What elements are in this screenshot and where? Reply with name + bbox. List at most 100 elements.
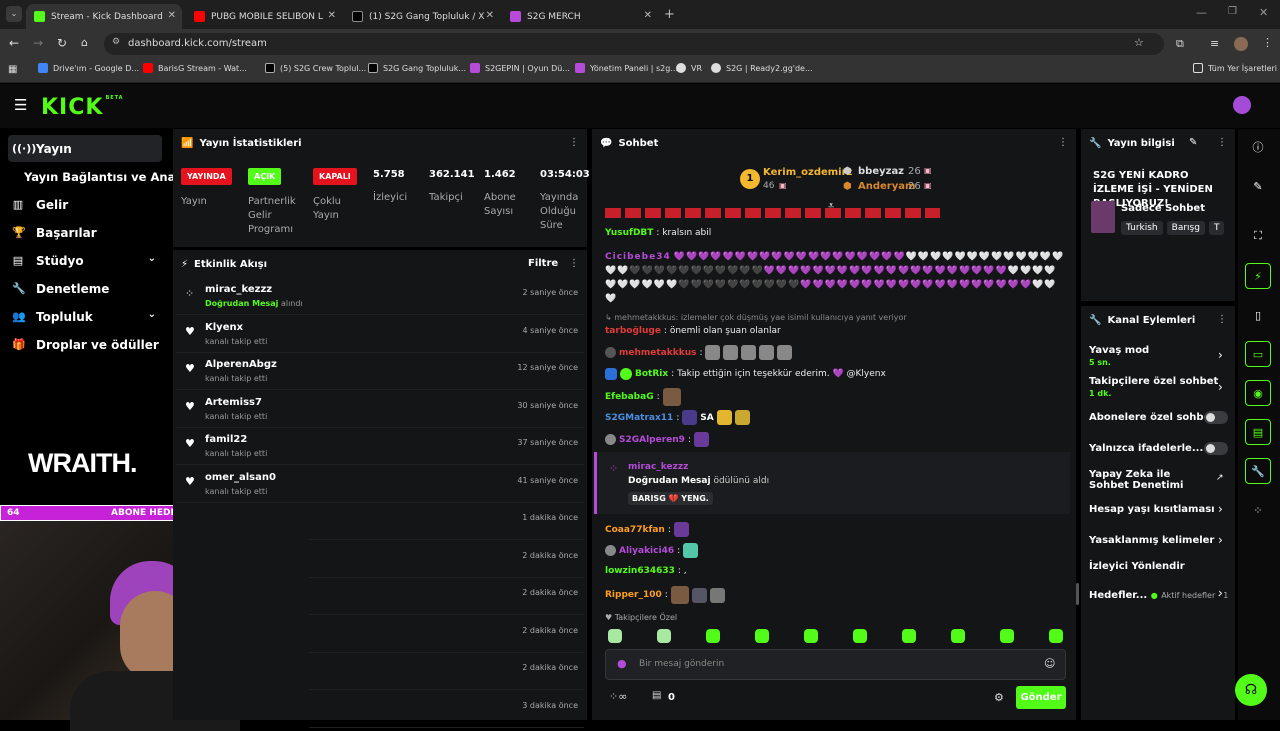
action-account-age[interactable]: Hesap yaşı kısıtlaması — [1089, 504, 1229, 515]
info-icon[interactable]: ⓘ — [1245, 134, 1271, 160]
emote-icon[interactable] — [1000, 629, 1014, 643]
bookmark-barisg[interactable]: BarisG Stream - Wat... — [143, 63, 247, 73]
leader-name[interactable]: bbeyzaz — [858, 166, 904, 177]
tag[interactable]: Turkish — [1121, 221, 1163, 235]
bookmark-star-icon[interactable]: ☆ — [1134, 36, 1144, 49]
close-icon[interactable]: ✕ — [168, 10, 176, 21]
sidebar-item-gelir[interactable]: ▥ Gelir — [8, 191, 162, 218]
browser-tab-x[interactable]: (1) S2G Gang Topluluk / X ✕ — [344, 4, 500, 29]
chat-scrollbar[interactable] — [1076, 583, 1079, 605]
hamburger-menu-icon[interactable]: ☰ — [14, 96, 27, 114]
chat-settings-icon[interactable]: ⚙ — [994, 691, 1004, 704]
emote-icon[interactable] — [853, 629, 867, 643]
emote-icon[interactable] — [706, 629, 720, 643]
new-tab-icon[interactable]: + — [664, 7, 675, 22]
activity-item[interactable]: 3 dakika önce — [309, 691, 584, 728]
sidebar-item-denetleme[interactable]: 🔧 Denetleme — [8, 275, 162, 302]
profile-avatar[interactable] — [1234, 37, 1248, 51]
emote-icon[interactable] — [1049, 629, 1063, 643]
sidebar-item-droplar[interactable]: 🎁 Droplar ve ödüller — [8, 331, 162, 358]
restore-icon[interactable]: ❐ — [1228, 6, 1237, 17]
chevron-right-icon[interactable]: › — [1218, 348, 1223, 362]
layout-icon[interactable]: ▤ — [1245, 419, 1271, 445]
broadcast-icon[interactable]: ◉ — [1245, 380, 1271, 406]
activity-username[interactable]: Artemiss7 — [205, 397, 262, 408]
more-icon[interactable]: ⋮ — [1217, 137, 1227, 148]
emote-icon[interactable] — [902, 629, 916, 643]
action-ai-moderation[interactable]: Yapay Zeka ile Sohbet Denetimi — [1089, 469, 1209, 491]
action-follower-chat[interactable]: Takipçilere özel sohbet 1 dk. — [1089, 376, 1229, 398]
minimize-icon[interactable]: — — [1196, 6, 1207, 19]
support-button[interactable]: ☊ — [1235, 674, 1267, 706]
chevron-down-icon[interactable]: ⌄ — [148, 309, 156, 320]
reload-icon[interactable]: ↻ — [57, 36, 67, 50]
activity-item[interactable]: 1 dakika önce — [309, 503, 584, 540]
emote-icon[interactable] — [657, 629, 671, 643]
clipboard-icon[interactable]: ▯ — [1245, 302, 1271, 328]
bookmark-ready2gg[interactable]: S2G | Ready2.gg'de... — [711, 63, 813, 73]
chevron-right-icon[interactable]: › — [1218, 533, 1223, 547]
browser-tab-merch[interactable]: S2G MERCH ✕ — [502, 4, 658, 29]
tag[interactable]: T — [1208, 221, 1225, 235]
all-bookmarks[interactable]: Tüm Yer İşaretleri — [1193, 63, 1277, 73]
sidebar-item-studyo[interactable]: ▤ Stüdyo ⌄ — [8, 247, 162, 274]
leader-name[interactable]: Anderyam — [858, 181, 915, 192]
emote-icon[interactable] — [951, 629, 965, 643]
browser-tab-kick-dashboard[interactable]: Stream - Kick Dashboard ✕ — [26, 4, 182, 29]
activity-username[interactable]: omer_alsan0 — [205, 472, 276, 483]
pencil-icon[interactable]: ✎ — [1245, 173, 1271, 199]
emote-icon[interactable] — [755, 629, 769, 643]
activity-item[interactable]: ♥ AlperenAbgz kanalı takip etti 12 saniye ö… — [176, 353, 584, 390]
action-raid[interactable]: İzleyici Yönlendir — [1089, 561, 1229, 572]
apps-icon[interactable]: ▦ — [8, 64, 17, 75]
activity-item[interactable]: ⁘ mirac_kezzz Doğrudan Mesaj alındı 2 saniy… — [176, 278, 584, 315]
chat-username[interactable]: tarboğluge — [605, 326, 661, 336]
browser-tab-pubg[interactable]: PUBG MOBILE SELİBON LEAGUE ✕ — [186, 4, 342, 29]
forward-icon[interactable]: → — [33, 36, 43, 50]
back-icon[interactable]: ← — [9, 36, 19, 50]
points-icon[interactable]: ⁘∞ — [609, 690, 627, 703]
chat-username[interactable]: Ripper_100 — [605, 590, 662, 600]
reading-list-icon[interactable]: ≡ — [1210, 37, 1219, 50]
wrench-icon[interactable]: 🔧 — [1245, 458, 1271, 484]
emote-only-toggle[interactable] — [1204, 442, 1228, 455]
bookmark-s2g-gang[interactable]: S2G Gang Topluluk... — [368, 63, 466, 73]
action-goals[interactable]: Hedefler... ● Aktif hedefler - 1 — [1089, 588, 1229, 601]
tag[interactable]: Barışg — [1166, 221, 1205, 235]
bookmark-drive[interactable]: Drive'ım - Google D... — [38, 63, 139, 73]
chat-username[interactable]: Cicibebe34 — [605, 252, 671, 262]
chevron-down-icon[interactable]: ⌄ — [148, 253, 156, 264]
rewards-icon[interactable]: ⁘ — [1245, 497, 1271, 523]
activity-item[interactable]: ♥ famil22 kanalı takip etti 37 saniye önce — [176, 428, 584, 465]
bookmark-yonetim[interactable]: Yönetim Paneli | s2g... — [575, 63, 678, 73]
activity-item[interactable]: ♥ Artemiss7 kanalı takip etti 30 saniye önc… — [176, 391, 584, 428]
sidebar-item-basarilar[interactable]: 🏆 Başarılar — [8, 219, 162, 246]
activity-item[interactable]: ♥ omer_alsan0 kanalı takip etti 41 saniye ö… — [176, 466, 584, 503]
more-icon[interactable]: ⋮ — [569, 258, 579, 269]
activity-username[interactable]: AlperenAbgz — [205, 359, 277, 370]
bookmark-s2gepin[interactable]: S2GEPIN | Oyun Dü... — [470, 63, 570, 73]
kick-logo[interactable]: KICK BETA — [41, 95, 124, 120]
chat-input[interactable]: ● Bir mesaj gönderin ☺ — [605, 649, 1066, 680]
chevron-right-icon[interactable]: › — [1218, 380, 1223, 394]
chat-username[interactable]: EfebabaG — [605, 392, 654, 402]
more-icon[interactable]: ⋮ — [1058, 137, 1068, 148]
store-icon[interactable]: ▤ — [652, 690, 661, 701]
close-window-icon[interactable]: ✕ — [1259, 6, 1268, 19]
sidebar-item-topluluk[interactable]: 👥 Topluluk ⌄ — [8, 303, 162, 330]
sidebar-item-yayin[interactable]: ((·)) Yayın — [8, 135, 162, 162]
user-avatar[interactable] — [1233, 96, 1251, 114]
browser-menu-icon[interactable]: ⋮ — [1262, 36, 1273, 49]
action-slow-mode[interactable]: Yavaş mod 5 sn. — [1089, 345, 1229, 367]
chat-username[interactable]: lowzin634633 — [605, 566, 675, 576]
activity-username[interactable]: Klyenx — [205, 322, 243, 333]
sub-only-toggle[interactable] — [1204, 411, 1228, 424]
more-icon[interactable]: ⋮ — [569, 137, 579, 148]
filter-button[interactable]: Filtre — [528, 258, 558, 269]
chat-username[interactable]: S2GMatrax11 — [605, 413, 673, 423]
bolt-icon[interactable]: ⚡ — [1245, 263, 1271, 289]
external-link-icon[interactable]: ↗ — [1216, 473, 1224, 483]
home-icon[interactable]: ⌂ — [81, 36, 88, 49]
activity-item[interactable]: 2 dakika önce — [309, 541, 584, 578]
send-button[interactable]: Gönder — [1016, 686, 1066, 709]
